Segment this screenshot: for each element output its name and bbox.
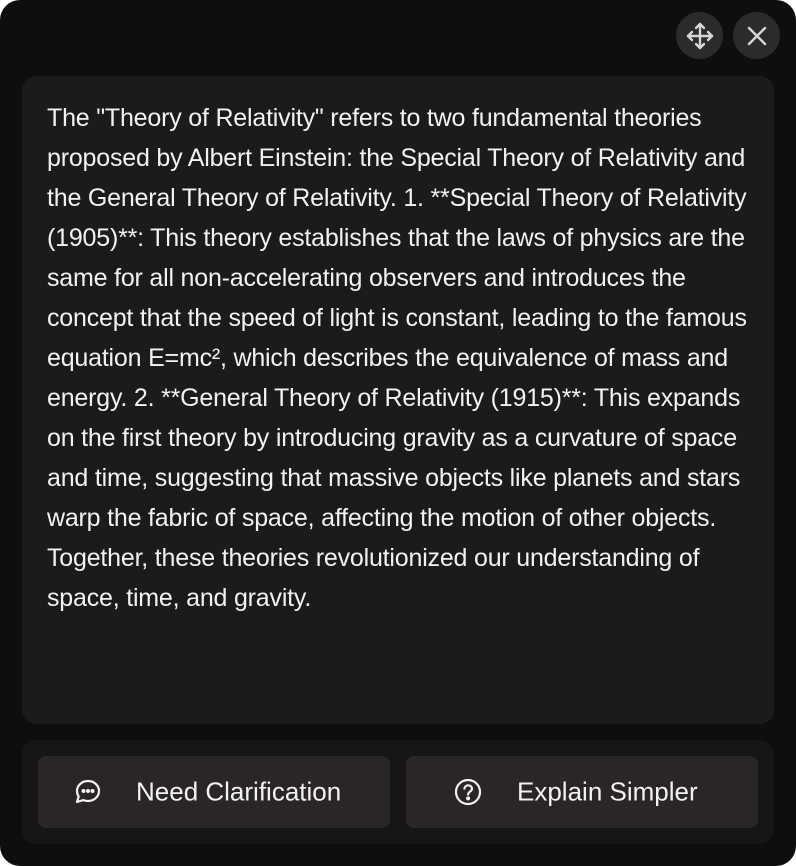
need-clarification-button[interactable]: Need Clarification (38, 756, 390, 828)
window-controls (676, 12, 780, 59)
close-button[interactable] (733, 12, 780, 59)
explanation-popup: The "Theory of Relativity" refers to two… (0, 0, 796, 866)
close-icon (747, 26, 766, 45)
chat-bubble-icon (75, 779, 101, 804)
question-circle-icon (454, 778, 482, 806)
need-clarification-label: Need Clarification (136, 776, 342, 807)
response-text: The "Theory of Relativity" refers to two… (47, 104, 747, 612)
actions-bar: Need Clarification Explain Simpler (22, 740, 774, 844)
move-button[interactable] (676, 12, 723, 59)
explain-simpler-button[interactable]: Explain Simpler (406, 756, 758, 828)
explain-simpler-label: Explain Simpler (517, 776, 698, 807)
response-card: The "Theory of Relativity" refers to two… (22, 76, 774, 724)
move-icon (686, 22, 713, 49)
